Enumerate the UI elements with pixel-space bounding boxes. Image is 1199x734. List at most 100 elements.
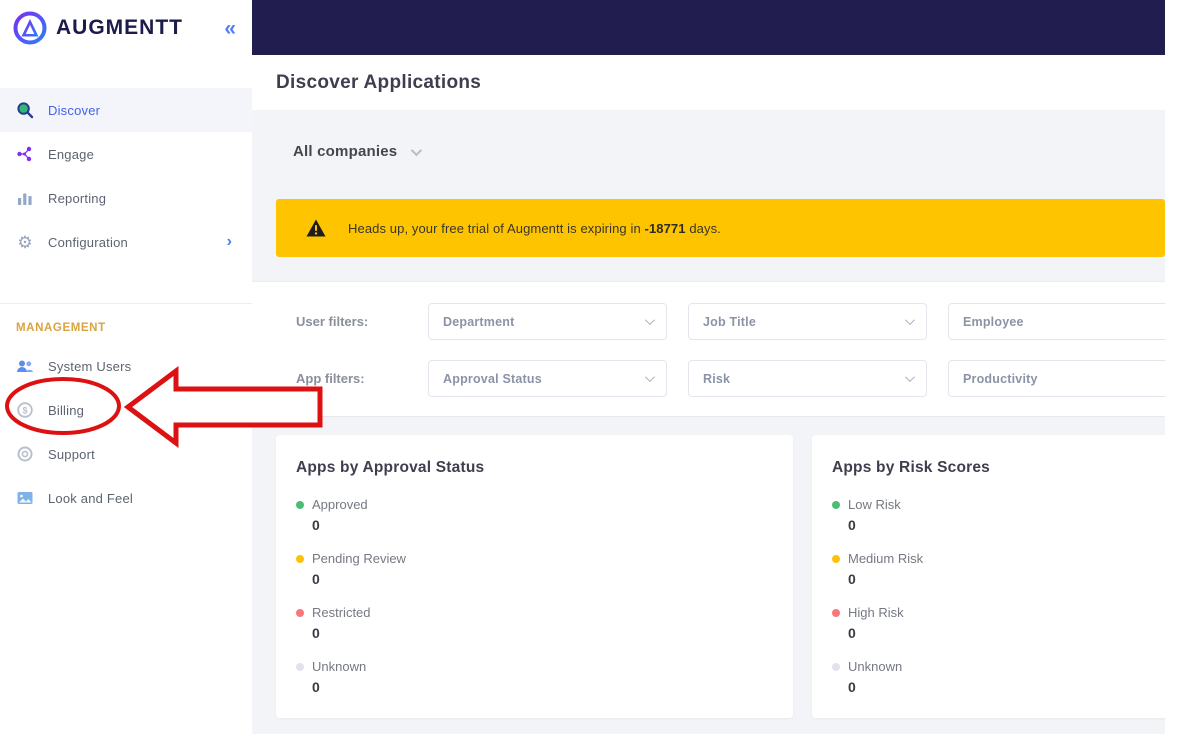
status-dot: [832, 662, 840, 671]
sidebar-item-system-users[interactable]: System Users: [0, 344, 252, 388]
billing-icon: $: [16, 401, 34, 419]
dropdown-placeholder: Approval Status: [443, 371, 542, 386]
risk-dropdown[interactable]: Risk: [688, 360, 927, 397]
nav-label-engage: Engage: [48, 146, 95, 162]
users-icon: [16, 357, 34, 375]
bar-chart-icon: [16, 189, 34, 207]
legend-value: 0: [848, 571, 856, 587]
legend-value: 0: [312, 517, 320, 533]
employee-dropdown[interactable]: Employee: [948, 303, 1165, 340]
app-window: AUGMENTT « Discover Engage Reporting ⚙ C…: [0, 0, 1199, 734]
legend-label: Approved: [312, 497, 368, 512]
legend-item-low-risk: Low Risk 0: [832, 497, 1165, 533]
nav-label-look-and-feel: Look and Feel: [48, 490, 133, 506]
legend-value: 0: [848, 679, 856, 695]
nav-label-discover: Discover: [48, 102, 101, 118]
sidebar-item-reporting[interactable]: Reporting: [0, 176, 252, 220]
nav-label-configuration: Configuration: [48, 234, 128, 250]
dropdown-placeholder: Risk: [703, 371, 731, 386]
legend-item-pending-review: Pending Review 0: [296, 551, 773, 587]
brand-wordmark: AUGMENTT: [56, 16, 183, 39]
legend-label: Unknown: [312, 659, 367, 674]
legend-item-unknown: Unknown 0: [296, 659, 773, 695]
sidebar-item-engage[interactable]: Engage: [0, 132, 252, 176]
legend-label: Pending Review: [312, 551, 406, 566]
status-dot: [296, 662, 304, 671]
chevron-down-icon: [644, 315, 655, 326]
warning-icon: [306, 219, 326, 237]
approval-status-card: Apps by Approval Status Approved 0 Pendi…: [276, 435, 793, 718]
risk-scores-card: Apps by Risk Scores Low Risk 0 Medium Ri…: [812, 435, 1165, 718]
nav-label-reporting: Reporting: [48, 190, 107, 206]
legend-label: Restricted: [312, 605, 371, 620]
sidebar-item-configuration[interactable]: ⚙ Configuration ›: [0, 220, 252, 264]
chevron-right-icon[interactable]: ›: [227, 233, 232, 251]
filters-panel: User filters: Department Job Title Emplo…: [252, 281, 1165, 417]
legend-item-unknown: Unknown 0: [832, 659, 1165, 695]
sidebar: AUGMENTT « Discover Engage Reporting ⚙ C…: [0, 0, 252, 734]
dropdown-placeholder: Productivity: [963, 371, 1038, 386]
status-dot: [296, 500, 304, 509]
logo-row: AUGMENTT «: [12, 8, 242, 48]
legend-value: 0: [848, 625, 856, 641]
legend-label: Medium Risk: [848, 551, 924, 566]
legend-value: 0: [312, 571, 320, 587]
user-filters-row: User filters: Department Job Title Emplo…: [252, 303, 1165, 340]
banner-text-prefix: Heads up, your free trial of Augmentt is…: [348, 220, 645, 236]
legend-value: 0: [312, 625, 320, 641]
approval-status-legend: Approved 0 Pending Review 0 Restricted 0…: [296, 497, 773, 695]
image-icon: [16, 489, 34, 507]
job-title-dropdown[interactable]: Job Title: [688, 303, 927, 340]
main-content: Discover Applications All companies Head…: [252, 0, 1165, 734]
top-navbar: [252, 0, 1165, 55]
sidebar-item-support[interactable]: Support: [0, 432, 252, 476]
sidebar-item-billing[interactable]: $ Billing: [0, 388, 252, 432]
legend-value: 0: [312, 679, 320, 695]
share-network-icon: [16, 145, 34, 163]
nav-label-billing: Billing: [48, 402, 85, 418]
sidebar-collapse-button[interactable]: «: [218, 16, 242, 41]
legend-item-high-risk: High Risk 0: [832, 605, 1165, 641]
nav-label-system-users: System Users: [48, 358, 132, 374]
legend-item-restricted: Restricted 0: [296, 605, 773, 641]
approval-status-dropdown[interactable]: Approval Status: [428, 360, 667, 397]
department-dropdown[interactable]: Department: [428, 303, 667, 340]
productivity-dropdown[interactable]: Productivity: [948, 360, 1165, 397]
legend-label: High Risk: [848, 605, 904, 620]
status-dot: [832, 554, 840, 563]
legend-item-medium-risk: Medium Risk 0: [832, 551, 1165, 587]
company-selector-value: All companies: [293, 143, 398, 160]
status-dot: [832, 608, 840, 617]
banner-text: Heads up, your free trial of Augmentt is…: [348, 221, 721, 236]
page-header: Discover Applications: [252, 55, 1165, 110]
legend-label: Unknown: [848, 659, 903, 674]
gear-icon: ⚙: [17, 232, 33, 252]
magnifier-icon: [16, 101, 34, 119]
page-title: Discover Applications: [276, 71, 482, 93]
status-dot: [832, 500, 840, 509]
status-dot: [296, 608, 304, 617]
sidebar-divider: [0, 303, 252, 304]
banner-days-value: -18771: [644, 220, 686, 236]
chevron-down-icon: [644, 372, 655, 383]
dropdown-placeholder: Department: [443, 314, 515, 329]
legend-value: 0: [848, 517, 856, 533]
nav-label-support: Support: [48, 446, 95, 462]
legend-label: Low Risk: [848, 497, 901, 512]
company-selector[interactable]: All companies: [293, 143, 423, 160]
banner-text-suffix: days.: [685, 220, 721, 236]
sidebar-item-look-and-feel[interactable]: Look and Feel: [0, 476, 252, 520]
app-filters-label: App filters:: [296, 371, 365, 386]
dropdown-placeholder: Employee: [963, 314, 1024, 329]
augmentt-logo-icon: [12, 10, 48, 46]
sidebar-item-discover[interactable]: Discover: [0, 88, 252, 132]
chevron-down-icon: [411, 144, 423, 156]
status-dot: [296, 554, 304, 563]
card-title: Apps by Risk Scores: [832, 459, 990, 476]
chevron-down-icon: [904, 315, 915, 326]
card-title: Apps by Approval Status: [296, 459, 485, 476]
chevron-down-icon: [904, 372, 915, 383]
trial-warning-banner: Heads up, your free trial of Augmentt is…: [276, 199, 1165, 257]
svg-text:$: $: [22, 405, 27, 415]
dropdown-placeholder: Job Title: [703, 314, 756, 329]
